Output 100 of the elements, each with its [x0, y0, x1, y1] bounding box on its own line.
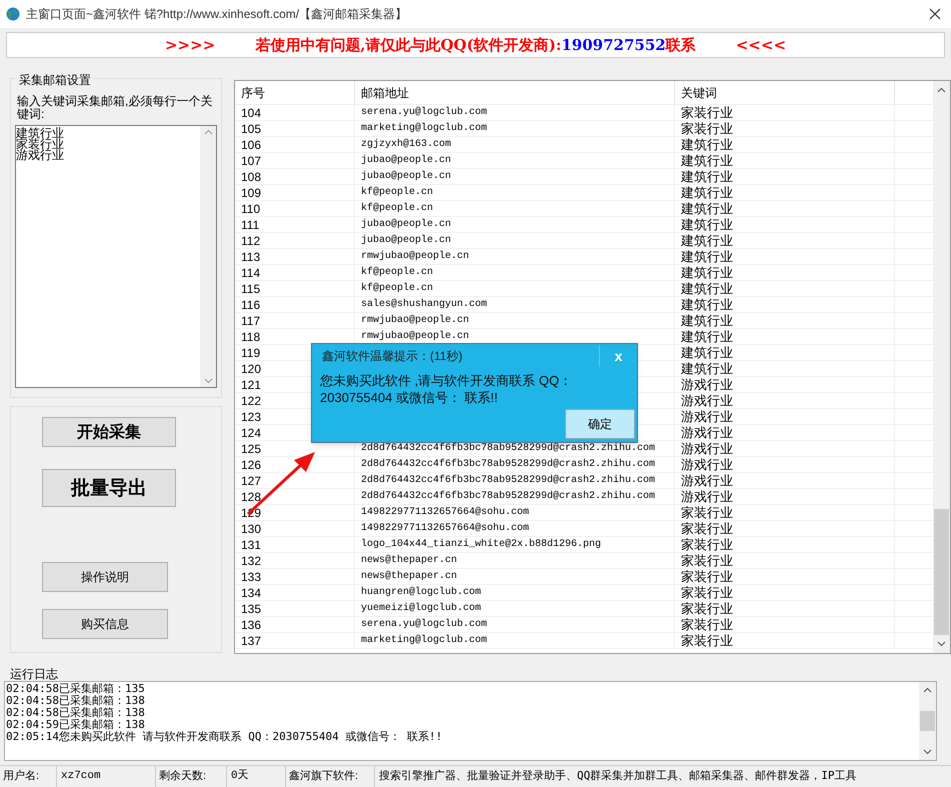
email-cell: marketing@logclub.com — [361, 634, 488, 648]
row-number: 104 — [241, 106, 262, 120]
row-number: 110 — [241, 202, 260, 216]
row-number: 134 — [241, 586, 262, 600]
row-number: 129 — [241, 506, 262, 520]
email-cell: kf@people.cn — [361, 266, 434, 280]
action-button[interactable]: 开始采集 — [42, 417, 176, 447]
scrollbar[interactable] — [919, 682, 936, 760]
banner-suffix: 联系 — [666, 34, 696, 56]
row-number: 120 — [241, 362, 262, 376]
column-header[interactable]: 邮箱地址 — [361, 84, 409, 102]
email-cell: huangren@logclub.com — [361, 586, 482, 600]
row-number: 117 — [241, 314, 260, 328]
keyword-cell: 游戏行业 — [681, 394, 733, 408]
row-number: 131 — [241, 538, 262, 552]
status-label: 鑫河旗下软件: — [288, 769, 360, 784]
row-number: 136 — [241, 618, 262, 632]
keyword-cell: 建筑行业 — [681, 170, 733, 184]
keyword-cell: 家装行业 — [681, 634, 733, 648]
email-cell: jubao@people.cn — [361, 234, 452, 248]
email-cell: 2d8d764432cc4f6fb3bc78ab9528299d@crash2.zhihu.com — [361, 490, 656, 504]
log-line: 02:04:58已采集邮箱：138 — [6, 707, 145, 719]
email-cell: yuemeizi@logclub.com — [361, 602, 482, 616]
email-cell: jubao@people.cn — [361, 170, 452, 184]
row-number: 106 — [241, 138, 262, 152]
row-number: 105 — [241, 122, 262, 136]
keyword-cell: 建筑行业 — [681, 282, 733, 296]
email-cell: kf@people.cn — [361, 282, 434, 296]
keyword-textarea[interactable]: 建筑行业 家装行业 游戏行业 — [15, 125, 217, 388]
keyword-cell: 建筑行业 — [681, 314, 733, 328]
row-number: 122 — [241, 394, 262, 408]
row-number: 128 — [241, 490, 262, 504]
email-cell: kf@people.cn — [361, 202, 434, 216]
row-number: 114 — [241, 266, 260, 280]
banner-arrows: >>>> — [164, 34, 216, 56]
row-number: 112 — [241, 234, 260, 248]
keyword-cell: 建筑行业 — [681, 186, 733, 200]
email-cell: zgjzyxh@163.com — [361, 138, 452, 152]
email-cell: serena.yu@logclub.com — [361, 618, 488, 632]
keyword-cell: 建筑行业 — [681, 362, 733, 376]
keyword-cell: 家装行业 — [681, 602, 733, 616]
row-number: 107 — [241, 154, 262, 168]
keyword-cell: 游戏行业 — [681, 458, 733, 472]
email-cell: news@thepaper.cn — [361, 554, 458, 568]
keyword-cell: 建筑行业 — [681, 298, 733, 312]
banner-message: 若使用中有问题,请仅此与此QQ(软件开发商): — [255, 34, 562, 56]
keyword-cell: 建筑行业 — [681, 266, 733, 280]
action-button[interactable]: 批量导出 — [42, 469, 176, 507]
scroll-down-icon[interactable] — [937, 641, 946, 647]
email-cell: 1498229771132657664@sohu.com — [361, 506, 530, 520]
row-number: 111 — [241, 218, 260, 232]
row-number: 116 — [241, 298, 260, 312]
column-header[interactable]: 关键词 — [681, 84, 717, 102]
keyword-cell: 家装行业 — [681, 618, 733, 632]
row-number: 119 — [241, 346, 260, 360]
keyword-cell: 游戏行业 — [681, 410, 733, 424]
keyword-cell: 建筑行业 — [681, 250, 733, 264]
status-label: 用户名: — [2, 768, 40, 784]
email-cell: logo_104x44_tianzi_white@2x.b88d1296.png — [361, 538, 602, 552]
keyword-cell: 建筑行业 — [681, 154, 733, 168]
log-line: 02:04:58已采集邮箱：138 — [6, 695, 145, 707]
email-cell: jubao@people.cn — [361, 154, 452, 168]
email-cell: rmwjubao@people.cn — [361, 250, 470, 264]
keyword-cell: 游戏行业 — [681, 474, 733, 488]
keyword-cell: 游戏行业 — [681, 378, 733, 392]
scrollbar[interactable] — [933, 81, 950, 653]
email-cell: rmwjubao@people.cn — [361, 330, 470, 344]
keyword-cell: 游戏行业 — [681, 490, 733, 504]
keyword-line: 游戏行业 — [16, 150, 64, 161]
keyword-cell: 建筑行业 — [681, 346, 733, 360]
group-title: 采集邮箱设置 — [17, 71, 93, 89]
row-number: 133 — [241, 570, 262, 584]
row-number: 109 — [241, 186, 262, 200]
email-cell: kf@people.cn — [361, 186, 434, 200]
action-button[interactable]: 购买信息 — [42, 609, 168, 639]
scroll-thumb[interactable] — [920, 711, 935, 731]
keyword-cell: 家装行业 — [681, 122, 733, 136]
close-icon[interactable] — [929, 8, 941, 20]
column-header[interactable]: 序号 — [241, 84, 265, 102]
row-number: 113 — [241, 250, 260, 264]
email-cell: 1498229771132657664@sohu.com — [361, 522, 530, 536]
email-cell: news@thepaper.cn — [361, 570, 458, 584]
row-number: 118 — [241, 330, 260, 344]
instruction-text: 输入关键词采集邮箱,必须每行一个关键词: — [16, 95, 214, 121]
scroll-down-icon[interactable] — [923, 749, 932, 755]
keyword-cell: 家装行业 — [681, 106, 733, 120]
keyword-cell: 游戏行业 — [681, 426, 733, 440]
email-cell: 2d8d764432cc4f6fb3bc78ab9528299d@crash2.zhihu.com — [361, 442, 656, 456]
scroll-up-icon[interactable] — [923, 687, 932, 693]
status-value: 搜索引擎推广器、批量验证并登录助手、QQ群采集并加群工具、邮箱采集器、邮件群发器，IP工具 — [374, 766, 856, 787]
log-line: 02:05:14您未购买此软件 请与软件开发商联系 QQ：2030755404 或微信号： 联系!! — [6, 731, 442, 743]
email-cell: serena.yu@logclub.com — [361, 106, 488, 120]
globe-icon — [6, 7, 20, 21]
scroll-thumb[interactable] — [934, 509, 949, 635]
ok-button[interactable]: 确定 — [565, 409, 635, 439]
action-button[interactable]: 操作说明 — [42, 562, 168, 592]
status-value: xz7com — [56, 766, 156, 787]
window-title: 主窗口页面~鑫河软件 锘?http://www.xinhesoft.com/【鑫河邮箱采集器】 — [26, 6, 408, 23]
scroll-up-icon[interactable] — [937, 87, 946, 93]
row-number: 125 — [241, 442, 262, 456]
